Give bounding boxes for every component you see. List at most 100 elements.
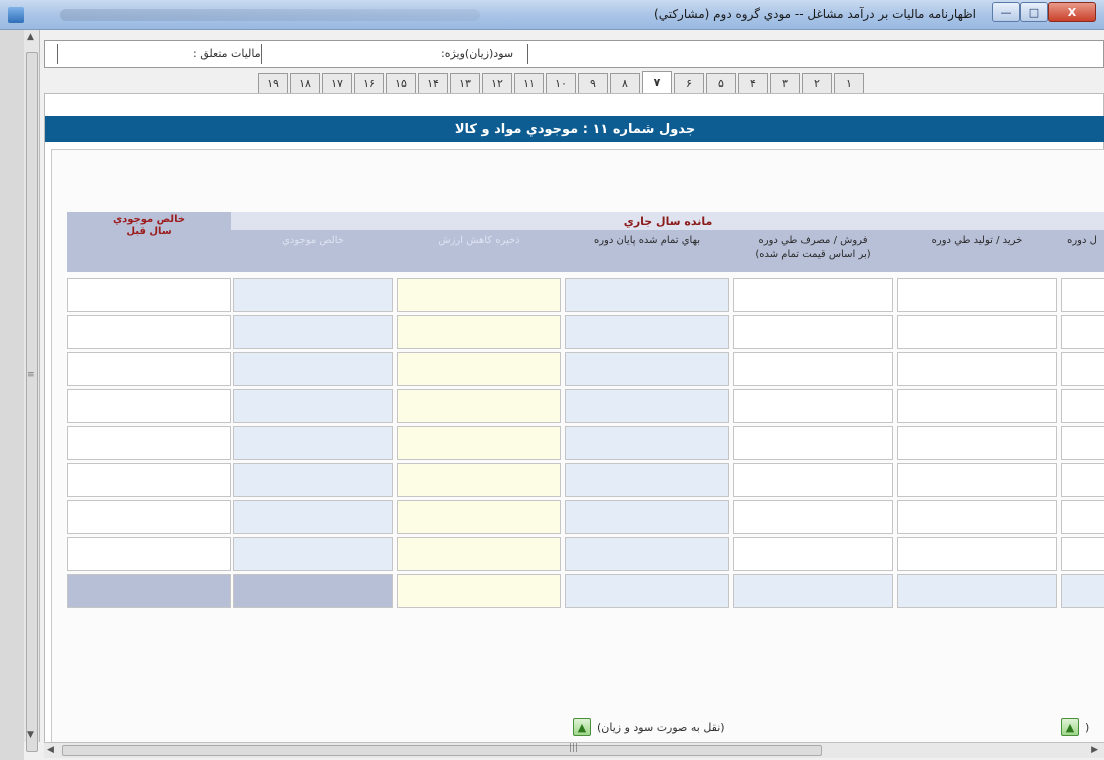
scroll-up-icon[interactable]: ▲ <box>27 32 34 42</box>
tab-2[interactable]: ٢ <box>802 73 832 93</box>
tab-7[interactable]: ٧ <box>642 71 672 93</box>
close-button[interactable]: X <box>1048 2 1096 22</box>
grid-cell[interactable] <box>397 315 561 349</box>
grid-cell <box>565 537 729 571</box>
tab-10[interactable]: ١٠ <box>546 73 576 93</box>
grid-cell[interactable] <box>397 537 561 571</box>
total-cell <box>67 574 231 608</box>
grid-cell[interactable] <box>67 426 231 460</box>
col-header-cost-end: بهاي تمام شده پايان دوره <box>563 230 731 272</box>
grid-cell[interactable] <box>1061 278 1104 312</box>
grid-cell[interactable] <box>67 389 231 423</box>
grid-cell[interactable] <box>733 278 893 312</box>
col-header-start: ل دوره <box>1059 230 1104 272</box>
grid-cell[interactable] <box>897 352 1057 386</box>
grid-cell[interactable] <box>733 537 893 571</box>
grid-cell[interactable] <box>397 352 561 386</box>
scroll-thumb[interactable] <box>26 52 38 752</box>
grid-cell[interactable] <box>1061 352 1104 386</box>
grip-icon: ≡ <box>27 370 35 380</box>
tab-15[interactable]: ١۵ <box>386 73 416 93</box>
tab-16[interactable]: ١۶ <box>354 73 384 93</box>
tab-11[interactable]: ١١ <box>514 73 544 93</box>
grid-cell <box>565 463 729 497</box>
grid-cell[interactable] <box>897 278 1057 312</box>
tab-17[interactable]: ١٧ <box>322 73 352 93</box>
grid-cell[interactable] <box>733 500 893 534</box>
grid-cell[interactable] <box>897 537 1057 571</box>
scroll-right-icon[interactable]: ▶ <box>1091 745 1098 755</box>
tab-13[interactable]: ١٣ <box>450 73 480 93</box>
field-divider <box>527 44 528 64</box>
tab-1[interactable]: ١ <box>834 73 864 93</box>
grid-cell[interactable] <box>733 352 893 386</box>
grid-cell <box>565 500 729 534</box>
grid-cell[interactable] <box>397 463 561 497</box>
tab-8[interactable]: ٨ <box>610 73 640 93</box>
tab-14[interactable]: ١۴ <box>418 73 448 93</box>
tab-3[interactable]: ٣ <box>770 73 800 93</box>
grid-cell[interactable] <box>67 500 231 534</box>
grid-cell[interactable] <box>397 426 561 460</box>
scroll-left-icon[interactable]: ◀ <box>47 745 54 755</box>
grid-cell[interactable] <box>733 389 893 423</box>
horizontal-scrollbar[interactable]: ◀ ||| ▶ <box>44 742 1104 758</box>
grid-cell[interactable] <box>397 278 561 312</box>
grid-cell[interactable] <box>67 315 231 349</box>
grid-cell[interactable] <box>897 426 1057 460</box>
grid-cell[interactable] <box>67 352 231 386</box>
tab-18[interactable]: ١٨ <box>290 73 320 93</box>
table-title: جدول شماره ١١ : موجودي مواد و كالا <box>45 116 1104 142</box>
grid-cell[interactable] <box>1061 426 1104 460</box>
field-divider <box>57 44 58 64</box>
grid-cell[interactable] <box>1061 500 1104 534</box>
grid-cell[interactable] <box>733 315 893 349</box>
grid-cell <box>565 315 729 349</box>
arrow-up-icon[interactable]: ▲ <box>573 718 591 736</box>
total-cell <box>733 574 893 608</box>
grid-cell[interactable] <box>67 278 231 312</box>
grid-cell[interactable] <box>397 389 561 423</box>
grid-cell[interactable] <box>1061 315 1104 349</box>
main-panel: جدول شماره ١١ : موجودي مواد و كالا خالص … <box>44 93 1104 748</box>
total-cell[interactable] <box>397 574 561 608</box>
grid-cell[interactable] <box>897 389 1057 423</box>
hscroll-thumb[interactable] <box>62 745 822 756</box>
transfer-right[interactable]: ( ▲ <box>1061 718 1089 736</box>
grid-cell <box>233 537 393 571</box>
grid-cell[interactable] <box>733 426 893 460</box>
grid-cell[interactable] <box>67 463 231 497</box>
field-divider <box>261 44 262 64</box>
grid-cell <box>233 352 393 386</box>
grid-cell[interactable] <box>897 463 1057 497</box>
total-cell <box>1061 574 1104 608</box>
scroll-down-icon[interactable]: ▼ <box>27 730 34 740</box>
grid-cell[interactable] <box>897 500 1057 534</box>
tab-4[interactable]: ۴ <box>738 73 768 93</box>
grid-cell[interactable] <box>67 537 231 571</box>
arrow-up-icon[interactable]: ▲ <box>1061 718 1079 736</box>
tax-due-label: ماليات متعلق : <box>193 47 261 60</box>
tab-19[interactable]: ١٩ <box>258 73 288 93</box>
maximize-button[interactable]: □ <box>1020 2 1048 22</box>
prev-year-header: خالص موجودي سال قبل <box>67 212 231 272</box>
grid-cell[interactable] <box>397 500 561 534</box>
tab-6[interactable]: ۶ <box>674 73 704 93</box>
grid-cell <box>233 278 393 312</box>
vertical-scrollbar[interactable]: ▲ ≡ ▼ <box>24 30 40 752</box>
transfer-to-pl[interactable]: (نقل به صورت سود و زيان) ▲ <box>573 718 725 736</box>
grid-cell <box>565 389 729 423</box>
grid-cell[interactable] <box>897 315 1057 349</box>
grid-cell[interactable] <box>1061 463 1104 497</box>
tab-12[interactable]: ١٢ <box>482 73 512 93</box>
grid-cell <box>565 426 729 460</box>
tab-9[interactable]: ٩ <box>578 73 608 93</box>
grid-cell[interactable] <box>733 463 893 497</box>
minimize-button[interactable]: — <box>992 2 1020 22</box>
grid-cell[interactable] <box>1061 389 1104 423</box>
summary-fields: ماليات متعلق : سود(زيان)ويژه: <box>44 40 1104 68</box>
grid-cell[interactable] <box>1061 537 1104 571</box>
grid-cell <box>565 352 729 386</box>
tab-5[interactable]: ۵ <box>706 73 736 93</box>
col-header-sales: فروش / مصرف طي دوره (بر اساس قيمت تمام ش… <box>731 230 895 272</box>
